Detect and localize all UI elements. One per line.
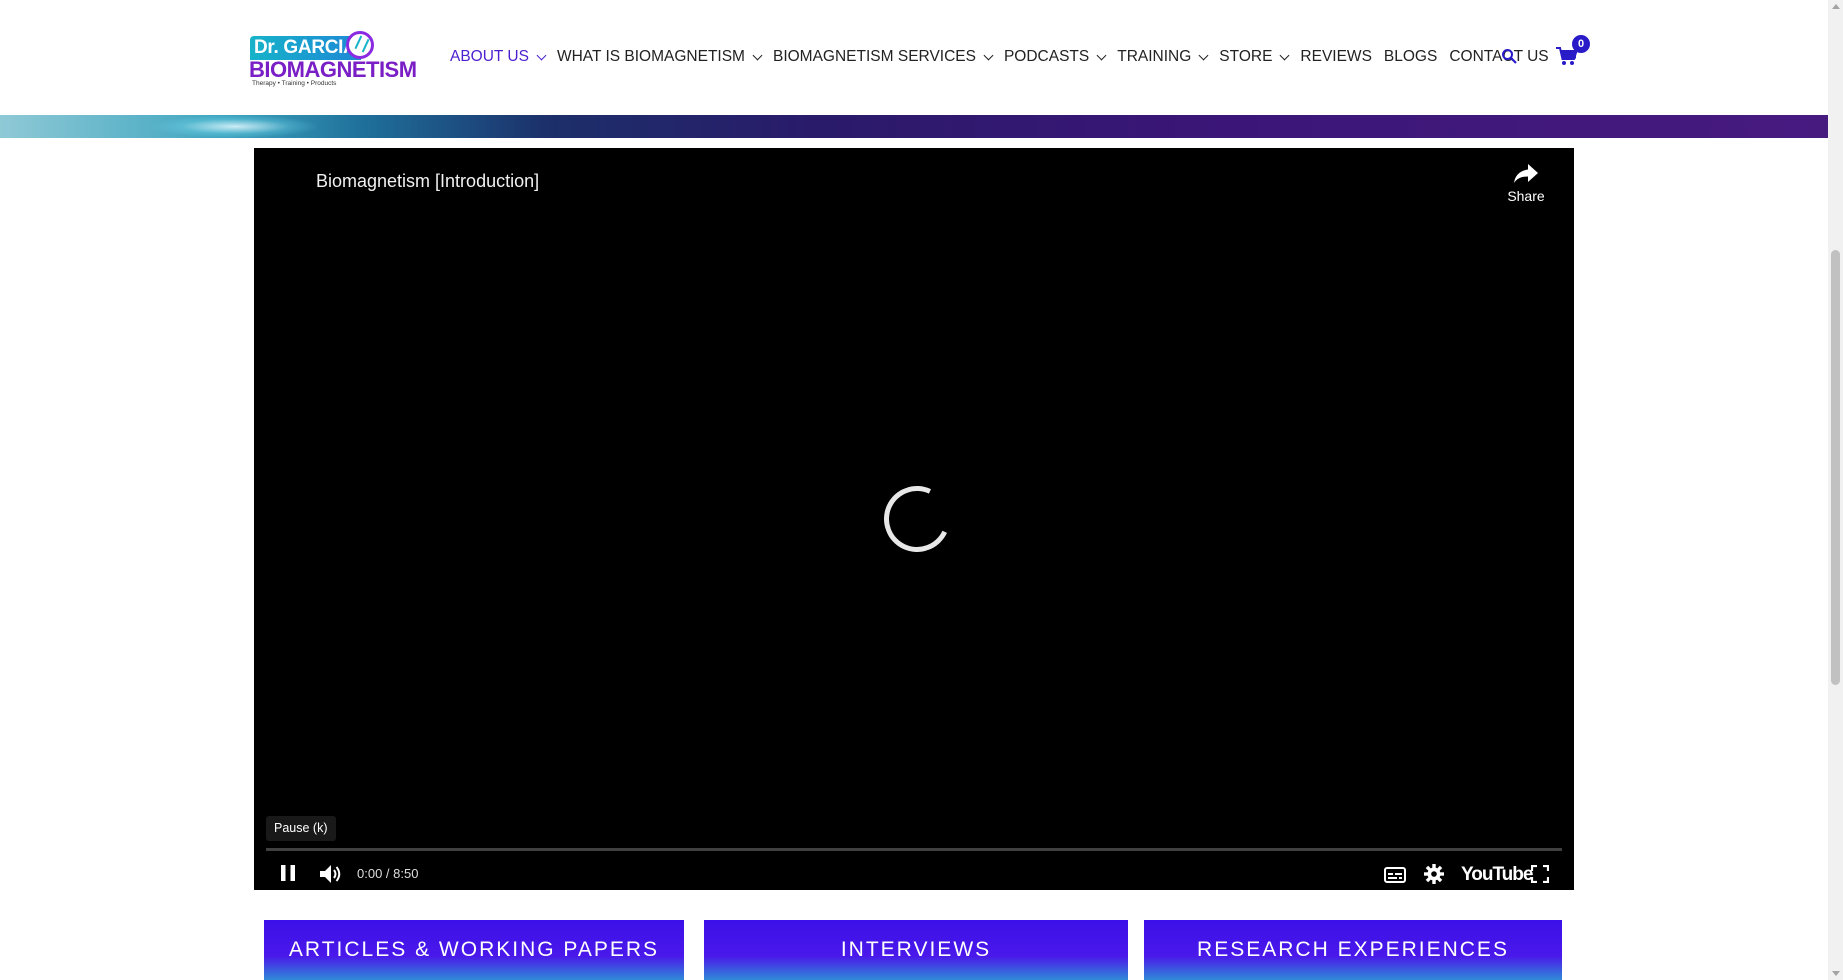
youtube-video-player[interactable]: Biomagnetism [Introduction] Share Pause … xyxy=(254,148,1574,890)
logo-tagline: Therapy • Training • Products xyxy=(252,80,337,87)
nav-item-biomagnetism-services[interactable]: BIOMAGNETISM SERVICES xyxy=(772,48,994,66)
pause-icon[interactable] xyxy=(279,864,297,882)
chevron-down-icon xyxy=(1279,50,1290,60)
scrollbar-thumb[interactable] xyxy=(1831,250,1840,685)
chevron-down-icon xyxy=(752,50,763,60)
nav-label: BLOGS xyxy=(1383,48,1438,65)
nav-item-store[interactable]: STORE xyxy=(1219,48,1290,66)
chevron-down-icon xyxy=(983,50,994,60)
chevron-down-icon xyxy=(536,50,547,60)
card-label: ARTICLES & WORKING PAPERS xyxy=(288,938,660,961)
nav-item-contact-us[interactable]: CONTACT US xyxy=(1449,48,1548,66)
hero-banner-strip xyxy=(0,115,1828,138)
main-nav: ABOUT US WHAT IS BIOMAGNETISM BIOMAGNETI… xyxy=(450,46,1561,68)
site-header: Dr. GARCIA BIOMAGNETISM Therapy • Traini… xyxy=(0,0,1828,115)
video-controls: 0:00 / 8:50 YouTube xyxy=(254,856,1574,890)
card-label: RESEARCH EXPERIENCES xyxy=(1197,938,1509,961)
card-label: INTERVIEWS xyxy=(840,938,992,961)
settings-icon[interactable] xyxy=(1424,864,1444,884)
nav-item-about-us[interactable]: ABOUT US xyxy=(450,48,547,66)
share-button[interactable]: Share xyxy=(1506,162,1546,204)
nav-label: PODCASTS xyxy=(1003,48,1090,65)
nav-label: TRAINING xyxy=(1117,48,1192,65)
card-articles-working-papers[interactable]: ARTICLES & WORKING PAPERS xyxy=(264,920,684,980)
site-logo[interactable]: Dr. GARCIA BIOMAGNETISM Therapy • Traini… xyxy=(248,30,417,87)
nav-label: ABOUT US xyxy=(450,48,529,65)
scroll-down-arrow-icon[interactable] xyxy=(1832,971,1840,976)
search-icon[interactable] xyxy=(1501,48,1517,64)
category-cards: ARTICLES & WORKING PAPERS INTERVIEWS RES… xyxy=(0,920,1828,980)
video-time: 0:00 / 8:50 xyxy=(357,866,419,881)
nav-item-blogs[interactable]: BLOGS xyxy=(1384,48,1437,66)
fullscreen-icon[interactable] xyxy=(1531,865,1549,883)
nav-label: REVIEWS xyxy=(1300,48,1372,65)
card-research-experiences[interactable]: RESEARCH EXPERIENCES xyxy=(1144,920,1562,980)
logo-mark-icon xyxy=(346,31,374,59)
scroll-up-arrow-icon[interactable] xyxy=(1832,4,1840,9)
nav-item-reviews[interactable]: REVIEWS xyxy=(1300,48,1371,66)
page-scrollbar[interactable] xyxy=(1828,0,1843,980)
youtube-logo[interactable]: YouTube xyxy=(1461,864,1533,886)
share-icon xyxy=(1514,164,1538,183)
chevron-down-icon xyxy=(1198,50,1209,60)
video-progress-bar[interactable] xyxy=(266,848,1562,851)
nav-label: BIOMAGNETISM SERVICES xyxy=(772,48,976,65)
share-label: Share xyxy=(1507,188,1545,204)
subtitles-icon[interactable] xyxy=(1384,867,1406,883)
chevron-down-icon xyxy=(1096,50,1107,60)
card-interviews[interactable]: INTERVIEWS xyxy=(704,920,1128,980)
nav-label: STORE xyxy=(1219,48,1273,65)
nav-item-what-is-biomagnetism[interactable]: WHAT IS BIOMAGNETISM xyxy=(556,48,763,66)
cart-count-badge: 0 xyxy=(1572,35,1590,53)
nav-item-training[interactable]: TRAINING xyxy=(1117,48,1209,66)
volume-icon[interactable] xyxy=(319,864,343,884)
nav-item-podcasts[interactable]: PODCASTS xyxy=(1003,48,1107,66)
video-title[interactable]: Biomagnetism [Introduction] xyxy=(316,171,539,192)
nav-label: WHAT IS BIOMAGNETISM xyxy=(556,48,745,65)
nav-label: CONTACT US xyxy=(1449,48,1549,65)
pause-tooltip: Pause (k) xyxy=(266,816,336,841)
loading-spinner xyxy=(874,476,960,562)
